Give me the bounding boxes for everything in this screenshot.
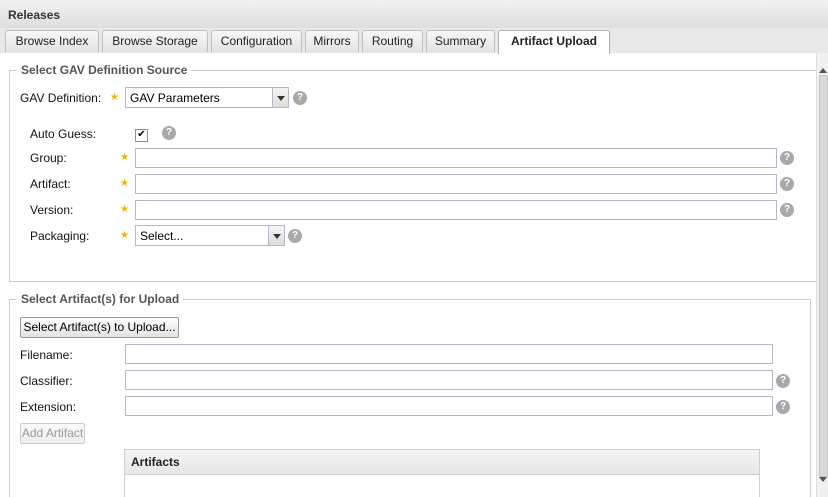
- auto-guess-checkbox[interactable]: ✔: [135, 129, 148, 142]
- chevron-down-icon[interactable]: [272, 88, 288, 107]
- help-icon[interactable]: ?: [293, 91, 307, 105]
- panel-header: Releases: [0, 0, 828, 29]
- classifier-input[interactable]: [125, 370, 773, 390]
- extension-input[interactable]: [125, 396, 773, 416]
- artifact-upload-legend: Select Artifact(s) for Upload: [17, 292, 184, 306]
- tab-configuration[interactable]: Configuration: [211, 30, 302, 52]
- gav-definition-label: GAV Definition:: [20, 91, 102, 105]
- required-star-icon: ★: [120, 152, 129, 163]
- help-icon[interactable]: ?: [780, 151, 794, 165]
- help-icon[interactable]: ?: [780, 203, 794, 217]
- help-icon[interactable]: ?: [776, 374, 790, 388]
- tab-artifact-upload[interactable]: Artifact Upload: [498, 30, 610, 54]
- artifacts-grid: Artifacts: [124, 449, 760, 497]
- gav-definition-value: GAV Parameters: [130, 91, 220, 105]
- tab-browse-index[interactable]: Browse Index: [5, 30, 99, 52]
- group-label: Group:: [30, 151, 67, 165]
- required-star-icon: ★: [120, 230, 129, 241]
- select-artifacts-button[interactable]: Select Artifact(s) to Upload...: [20, 317, 179, 338]
- panel-title: Releases: [8, 8, 61, 22]
- filename-label: Filename:: [20, 348, 73, 362]
- vertical-scrollbar[interactable]: [816, 53, 828, 497]
- required-star-icon: ★: [110, 92, 119, 103]
- gav-definition-legend: Select GAV Definition Source: [17, 63, 192, 77]
- artifact-label: Artifact:: [30, 177, 71, 191]
- packaging-select[interactable]: Select...: [135, 225, 285, 246]
- help-icon[interactable]: ?: [288, 229, 302, 243]
- scroll-up-icon[interactable]: [819, 68, 827, 73]
- extension-label: Extension:: [20, 400, 77, 414]
- auto-guess-label: Auto Guess:: [30, 127, 97, 141]
- version-label: Version:: [30, 203, 74, 217]
- classifier-label: Classifier:: [20, 374, 73, 388]
- add-artifact-button[interactable]: Add Artifact: [20, 423, 85, 444]
- gav-definition-select[interactable]: GAV Parameters: [125, 87, 289, 108]
- help-icon[interactable]: ?: [776, 400, 790, 414]
- artifacts-grid-title: Artifacts: [131, 455, 180, 469]
- packaging-value: Select...: [140, 229, 184, 243]
- required-star-icon: ★: [120, 204, 129, 215]
- artifacts-grid-header: Artifacts: [125, 450, 759, 475]
- tab-browse-storage[interactable]: Browse Storage: [102, 30, 208, 52]
- group-input[interactable]: [135, 148, 777, 168]
- required-star-icon: ★: [120, 178, 129, 189]
- scroll-thumb[interactable]: [819, 75, 828, 477]
- scroll-down-icon[interactable]: [819, 477, 827, 482]
- tab-bar: Browse Index Browse Storage Configuratio…: [0, 28, 828, 54]
- tab-summary[interactable]: Summary: [426, 30, 495, 52]
- tab-mirrors[interactable]: Mirrors: [305, 30, 359, 52]
- help-icon[interactable]: ?: [780, 177, 794, 191]
- upload-form: Select GAV Definition Source GAV Definit…: [0, 53, 828, 497]
- help-icon[interactable]: ?: [162, 126, 176, 140]
- filename-input[interactable]: [125, 344, 773, 364]
- packaging-label: Packaging:: [30, 229, 90, 243]
- version-input[interactable]: [135, 200, 777, 220]
- artifact-input[interactable]: [135, 174, 777, 194]
- tab-routing[interactable]: Routing: [362, 30, 423, 52]
- chevron-down-icon[interactable]: [268, 226, 284, 245]
